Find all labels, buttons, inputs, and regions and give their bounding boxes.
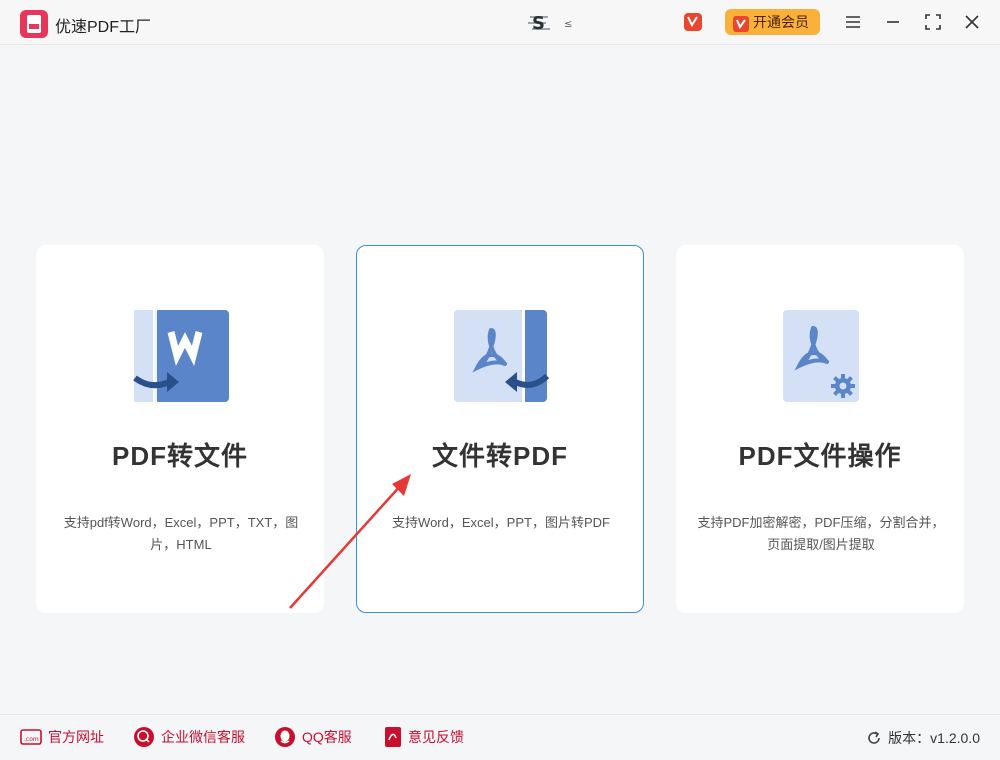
gear-icon (831, 374, 855, 398)
footer-link-feedback[interactable]: 意见反馈 (384, 725, 464, 749)
footer-link-label: QQ客服 (302, 729, 352, 745)
footer-link-label: 企业微信客服 (161, 729, 245, 745)
vip-upgrade-button[interactable]: 开通会员 (725, 9, 820, 35)
footer-link-wecom[interactable]: 企业微信客服 (133, 725, 245, 749)
file-to-pdf-icon (453, 308, 550, 404)
close-icon[interactable] (962, 12, 982, 32)
card-description: 支持pdf转Word，Excel，PPT，TXT，图片，HTML (63, 515, 299, 552)
card-pdf-operations[interactable]: PDF文件操作 支持PDF加密解密，PDF压缩，分割合并，页面提取/图片提取 (676, 245, 964, 613)
vip-badge-icon (733, 14, 749, 32)
vip-crown-icon[interactable] (684, 13, 702, 31)
pdf-to-word-icon (133, 308, 229, 404)
wecom-chat-icon (134, 727, 154, 747)
app-logo-icon (20, 10, 48, 38)
svg-text:S: S (532, 13, 545, 34)
pdf-operations-icon (773, 308, 869, 404)
vip-button-label: 开通会员 (753, 14, 809, 30)
minimize-icon[interactable] (883, 12, 903, 32)
card-title: 文件转PDF (431, 441, 568, 471)
app-title: 优速PDF工厂 (55, 19, 152, 36)
svg-text:≤: ≤ (564, 19, 572, 30)
feedback-document-icon (385, 727, 401, 747)
card-description: 支持PDF加密解密，PDF压缩，分割合并，页面提取/图片提取 (697, 515, 945, 552)
qq-icon (275, 727, 295, 747)
brand-logo-icon: S ≤ (526, 12, 576, 34)
footer-link-label: 意见反馈 (408, 729, 464, 745)
card-title: PDF文件操作 (738, 441, 902, 471)
footer-link-website[interactable]: .com 官方网址 (20, 725, 104, 749)
footer-link-qq[interactable]: QQ客服 (274, 725, 352, 749)
website-icon: .com (20, 729, 42, 745)
menu-icon[interactable] (843, 12, 863, 32)
footer-link-label: 官方网址 (48, 729, 104, 745)
refresh-icon (868, 731, 880, 744)
maximize-icon[interactable] (923, 12, 943, 32)
version-label: 版本：v1.2.0.0 (888, 730, 980, 746)
version-info[interactable]: 版本：v1.2.0.0 (866, 728, 980, 748)
footer-bar: .com 官方网址 企业微信客服 QQ客服 意见反馈 版本：v1.2.0.0 (0, 714, 1000, 760)
annotation-arrow-icon (289, 474, 411, 609)
card-title: PDF转文件 (111, 441, 248, 471)
title-bar: 优速PDF工厂 S ≤ 开通会员 (0, 0, 1000, 45)
svg-text:.com: .com (24, 736, 39, 743)
